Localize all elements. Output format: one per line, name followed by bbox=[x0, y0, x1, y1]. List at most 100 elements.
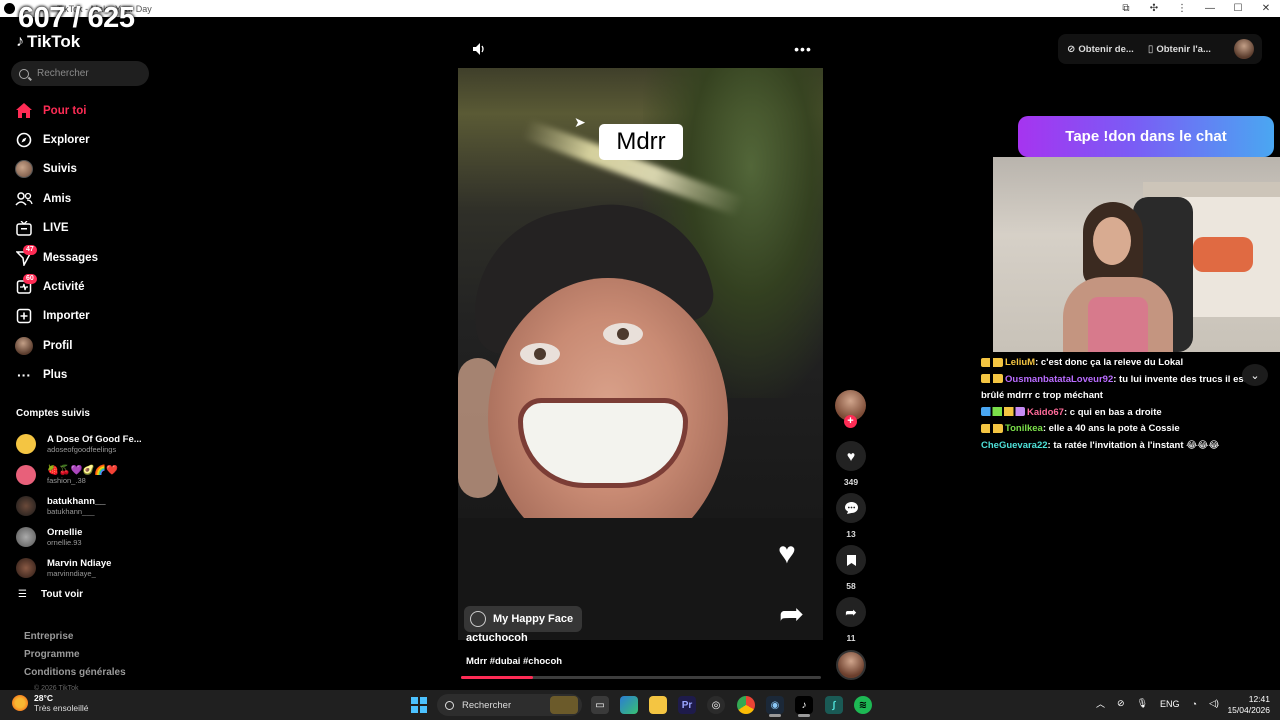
chat-badge-icons bbox=[981, 407, 1025, 417]
get-app-button[interactable]: ▯ Obtenir l'a... bbox=[1148, 44, 1211, 55]
user-avatar[interactable] bbox=[1234, 39, 1254, 59]
more-icon: ··· bbox=[17, 367, 31, 384]
file-explorer-icon[interactable] bbox=[649, 696, 667, 714]
account-handle: marvinndiaye_ bbox=[47, 568, 96, 578]
followed-account[interactable]: Ornellie ornellie.93 bbox=[16, 521, 156, 552]
friends-icon bbox=[14, 189, 34, 209]
volume-tray-icon[interactable]: ◁) bbox=[1209, 698, 1219, 709]
heart-icon: ♥ bbox=[846, 448, 856, 464]
sidebar-item-live[interactable]: LIVE bbox=[14, 214, 154, 243]
get-coins-button[interactable]: ⊘ Obtenir de... bbox=[1067, 44, 1134, 55]
followed-account[interactable]: Marvin Ndiaye marvinndiaye_ bbox=[16, 552, 156, 583]
chat-message: OusmanbatataLoveur92: tu lui invente des… bbox=[981, 373, 1266, 401]
store-icon[interactable] bbox=[620, 696, 638, 714]
account-name: Ornellie bbox=[47, 526, 83, 538]
steam-active-indicator bbox=[769, 714, 781, 717]
share-button[interactable]: ➦ bbox=[836, 597, 866, 627]
sidebar-item-suivis[interactable]: Suivis bbox=[14, 155, 154, 184]
footer-link-programme[interactable]: Programme bbox=[24, 649, 126, 667]
sidebar-item-plus[interactable]: ··· Plus bbox=[14, 361, 154, 390]
follow-plus-icon[interactable]: + bbox=[844, 415, 857, 428]
weather-temperature: 28°C bbox=[34, 693, 53, 703]
sidebar-item-label: Messages bbox=[43, 251, 98, 264]
chrome-icon[interactable] bbox=[737, 696, 755, 714]
chat-text: c qui en bas a droite bbox=[1069, 406, 1162, 418]
chevron-down-icon[interactable]: ⌄ bbox=[1242, 364, 1268, 386]
weather-condition: Très ensoleillé bbox=[34, 703, 89, 713]
messages-badge: 47 bbox=[23, 244, 37, 255]
footer-link-conditions[interactable]: Conditions générales bbox=[24, 667, 126, 685]
extensions-icon[interactable]: ✣ bbox=[1140, 3, 1168, 14]
video-author[interactable]: actuchocoh bbox=[466, 632, 528, 644]
footer-link-entreprise[interactable]: Entreprise bbox=[24, 631, 126, 649]
more-options-icon[interactable]: ••• bbox=[794, 40, 812, 58]
taskbar-search-label: Rechercher bbox=[462, 699, 512, 711]
sidebar-item-messages[interactable]: 47 Messages bbox=[14, 243, 154, 272]
phone-icon: ▯ bbox=[1147, 43, 1154, 55]
maximize-button[interactable]: ☐ bbox=[1224, 3, 1252, 14]
microphone-icon[interactable]: 🎙 bbox=[1137, 698, 1148, 709]
chat-username: Kaido67 bbox=[1027, 406, 1064, 418]
chat-username: Tonilkea bbox=[1005, 423, 1043, 434]
tiktok-taskbar-icon[interactable]: ♪ bbox=[795, 696, 813, 714]
like-button[interactable]: ♥ bbox=[836, 441, 866, 471]
sidebar-item-importer[interactable]: Importer bbox=[14, 302, 154, 331]
sidebar-nav: Pour toi Explorer Suivis Amis LIVE 47 Me… bbox=[14, 96, 154, 390]
followed-account[interactable]: batukhann__ batukhann___ bbox=[16, 490, 156, 521]
music-disc-avatar[interactable] bbox=[836, 650, 866, 680]
messages-icon: 47 bbox=[14, 244, 37, 268]
comment-button[interactable] bbox=[836, 493, 866, 523]
sidebar-item-label: Importer bbox=[43, 310, 90, 323]
stream-chat: LeliuM: c'est donc ça la releve du Lokal… bbox=[981, 355, 1271, 454]
save-button[interactable] bbox=[836, 545, 866, 575]
search-highlight-icon bbox=[550, 696, 578, 714]
get-app-label: Obtenir l'a... bbox=[1156, 43, 1211, 55]
share-icon: ➦ bbox=[845, 603, 857, 620]
obs-icon[interactable]: ◎ bbox=[707, 696, 725, 714]
menu-dots-icon[interactable]: ⋮ bbox=[1168, 3, 1196, 14]
sidebar-item-pour-toi[interactable]: Pour toi bbox=[14, 96, 154, 125]
chat-text: ta ratée l'invitation à l'instant 😂😂😂 bbox=[1053, 439, 1220, 451]
sidebar-item-label: Plus bbox=[43, 369, 68, 382]
video-progress-bar[interactable] bbox=[461, 676, 821, 679]
account-handle: batukhann___ bbox=[47, 506, 95, 516]
wifi-icon[interactable]: ◔ bbox=[1192, 699, 1197, 709]
minimize-button[interactable]: — bbox=[1196, 3, 1224, 14]
coin-icon: ⊘ bbox=[1067, 43, 1076, 55]
tiktok-note-icon: ♪ bbox=[16, 33, 24, 50]
effect-chip[interactable]: My Happy Face bbox=[464, 606, 582, 632]
windows-start-icon[interactable] bbox=[411, 697, 427, 713]
taskbar-clock[interactable]: 12:41 15/04/2026 bbox=[1220, 694, 1270, 716]
search-input[interactable]: Rechercher bbox=[11, 61, 149, 86]
account-avatar bbox=[16, 495, 36, 516]
tray-chevron-icon[interactable]: ︿ bbox=[1096, 697, 1105, 710]
sidebar-item-profil[interactable]: Profil bbox=[14, 331, 154, 360]
chat-message: Kaido67: c qui en bas a droite bbox=[981, 405, 1271, 422]
account-avatar bbox=[16, 433, 36, 454]
sidebar-item-label: Explorer bbox=[43, 134, 90, 147]
task-view-icon[interactable]: ▭ bbox=[591, 696, 609, 714]
translate-icon[interactable]: ⧉ bbox=[1112, 3, 1140, 14]
video-share-icon: ➦ bbox=[779, 598, 805, 631]
followed-account[interactable]: A Dose Of Good Fe... adoseofgoodfeelings bbox=[16, 428, 156, 459]
webcam-face bbox=[1093, 217, 1131, 265]
steam-icon[interactable]: ◉ bbox=[766, 696, 784, 714]
app-icon-s[interactable]: ∫ bbox=[825, 696, 843, 714]
volume-icon[interactable] bbox=[470, 40, 488, 58]
window-controls: ⧉ ✣ ⋮ — ☐ ✕ bbox=[1112, 0, 1280, 17]
sidebar-item-activite[interactable]: 60 Activité bbox=[14, 272, 154, 301]
sidebar-item-explorer[interactable]: Explorer bbox=[14, 125, 154, 154]
sidebar-item-amis[interactable]: Amis bbox=[14, 184, 154, 213]
close-button[interactable]: ✕ bbox=[1252, 3, 1280, 14]
mouse-cursor-icon: ➤ bbox=[574, 114, 586, 130]
see-all-button[interactable]: ☰ Tout voir bbox=[18, 589, 83, 600]
tiktok-logo[interactable]: ♪ TikTok bbox=[16, 32, 80, 52]
video-eye-right bbox=[603, 323, 643, 345]
like-count: 349 bbox=[843, 477, 859, 487]
language-indicator[interactable]: ENG bbox=[1160, 699, 1180, 709]
tray-app-icon[interactable]: ⊘ bbox=[1117, 698, 1125, 709]
spotify-icon[interactable]: ≋ bbox=[854, 696, 872, 714]
weather-widget[interactable]: 28°C Très ensoleillé bbox=[12, 693, 89, 713]
followed-account[interactable]: 🍓🍒💜🥑🌈❤️ fashion_.38 bbox=[16, 459, 156, 490]
premiere-pro-icon[interactable]: Pr bbox=[678, 696, 696, 714]
